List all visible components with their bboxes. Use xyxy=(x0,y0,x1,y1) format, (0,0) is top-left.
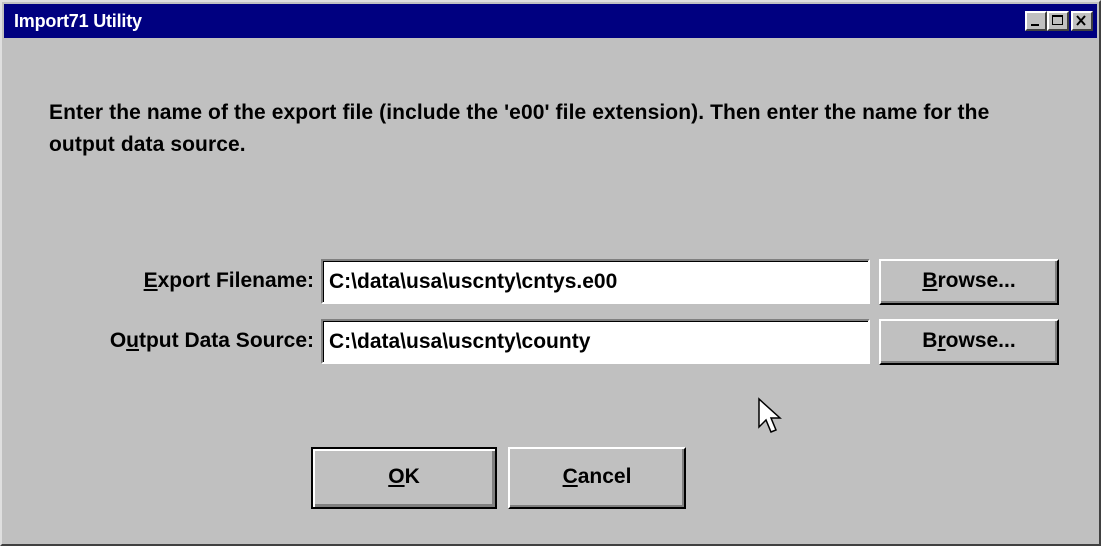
close-button[interactable] xyxy=(1071,11,1093,31)
output-browse-button[interactable]: Browse... xyxy=(879,319,1059,365)
export-filename-input[interactable]: C:\data\usa\uscnty\cntys.e00 xyxy=(321,259,870,304)
export-filename-row: Export Filename: C:\data\usa\uscnty\cnty… xyxy=(2,259,1101,305)
maximize-icon xyxy=(1052,15,1063,25)
export-browse-button[interactable]: Browse... xyxy=(879,259,1059,305)
cancel-button[interactable]: Cancel xyxy=(508,447,686,509)
minimize-button[interactable] xyxy=(1025,11,1047,31)
maximize-button[interactable] xyxy=(1047,11,1069,31)
output-data-source-row: Output Data Source: C:\data\usa\uscnty\c… xyxy=(2,319,1101,365)
output-data-source-input[interactable]: C:\data\usa\uscnty\county xyxy=(321,319,870,364)
instructions-text: Enter the name of the export file (inclu… xyxy=(49,101,990,156)
output-data-source-label: Output Data Source: xyxy=(109,329,314,352)
mouse-pointer-icon xyxy=(758,397,782,433)
title-bar[interactable]: Import71 Utility xyxy=(4,4,1097,38)
import-utility-dialog: Import71 Utility Enter the name of the e… xyxy=(0,0,1101,546)
close-icon xyxy=(1076,15,1086,26)
minimize-icon xyxy=(1031,24,1039,26)
export-filename-label: Export Filename: xyxy=(143,269,314,292)
window-title: Import71 Utility xyxy=(14,11,142,31)
ok-button[interactable]: OK xyxy=(311,447,497,509)
